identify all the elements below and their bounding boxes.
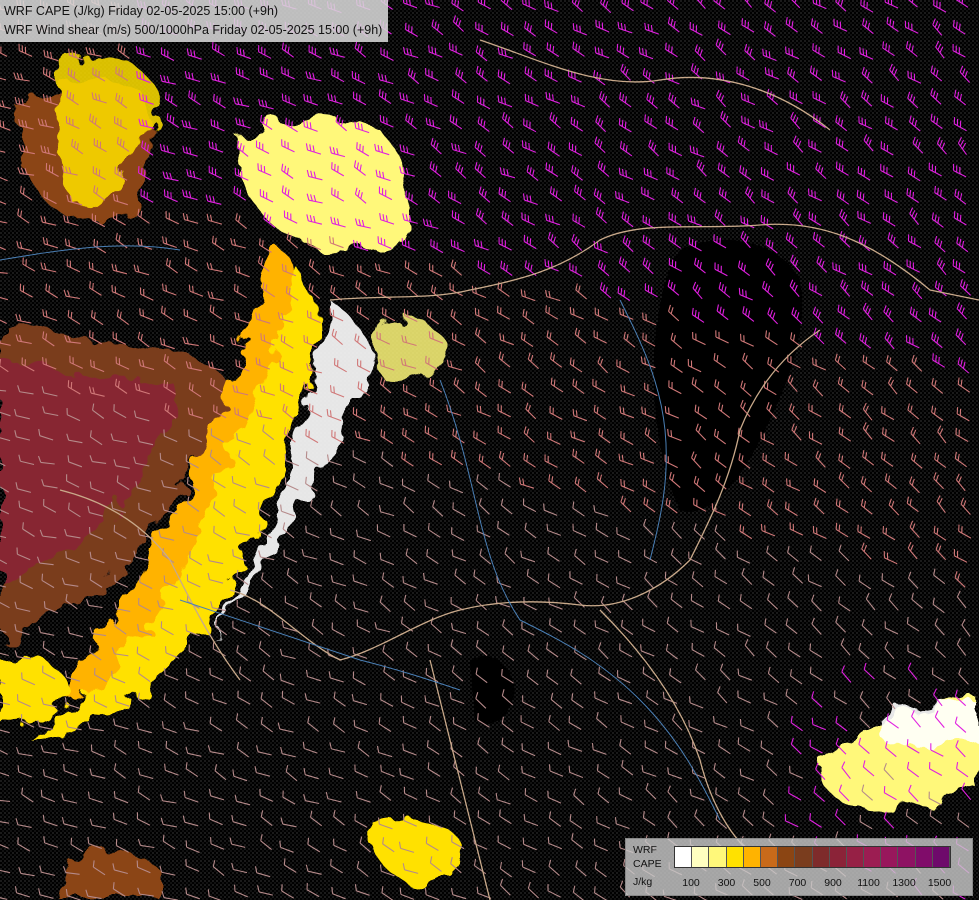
legend-tick: 500 — [753, 877, 771, 889]
legend-label-unit: J/kg — [633, 876, 653, 888]
title-line-cape: WRF CAPE (J/kg) Friday 02-05-2025 15:00 … — [4, 4, 279, 18]
legend-swatch — [812, 847, 830, 867]
cape-legend: WRF CAPE J/kg 100 300 500 700 900 1100 1300 150… — [625, 838, 973, 896]
legend-swatch — [743, 847, 761, 867]
legend-color-scale — [674, 846, 951, 868]
legend-tick: 700 — [788, 877, 807, 889]
legend-label-model: WRF — [633, 844, 657, 856]
legend-swatch — [932, 847, 950, 867]
title-line-shear: WRF Wind shear (m/s) 500/1000hPa Friday … — [4, 23, 383, 37]
legend-tick: 100 — [682, 877, 700, 889]
legend-swatch — [726, 847, 744, 867]
legend-swatch — [829, 847, 847, 867]
weather-map — [0, 0, 979, 900]
legend-swatch — [846, 847, 865, 867]
legend-swatch — [898, 847, 916, 867]
legend-tick: 1300 — [892, 877, 916, 889]
legend-tick: 1100 — [857, 877, 880, 889]
legend-swatch — [881, 847, 899, 867]
legend-tick: 1500 — [927, 877, 952, 889]
legend-tick-labels: 100 300 500 700 900 1100 1300 1500 — [674, 876, 968, 890]
legend-swatch — [915, 847, 933, 867]
map-title: WRF CAPE (J/kg) Friday 02-05-2025 15:00 … — [0, 0, 389, 42]
legend-swatch — [709, 847, 727, 867]
legend-tick: 300 — [717, 877, 736, 889]
legend-swatch — [675, 847, 693, 867]
legend-swatch — [692, 847, 710, 867]
legend-swatch — [778, 847, 796, 867]
legend-swatch — [795, 847, 813, 867]
legend-tick: 900 — [824, 877, 842, 889]
legend-swatch — [864, 847, 882, 867]
legend-swatch — [760, 847, 779, 867]
legend-label-variable: CAPE — [633, 858, 662, 870]
